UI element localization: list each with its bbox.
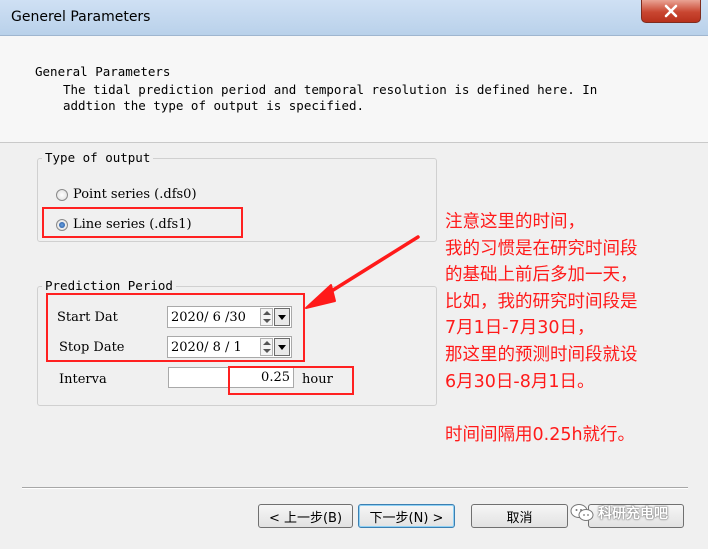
close-button[interactable]	[641, 0, 701, 23]
radio-point-series[interactable]: Point series (.dfs0)	[56, 187, 197, 202]
title-bar: Generel Parameters	[0, 0, 708, 36]
annotation-line: 我的习惯是在研究时间段	[445, 238, 638, 259]
annotation-line: 6月30日-8月1日。	[445, 371, 595, 392]
header-description-line2: addtion the type of output is specified.	[63, 98, 365, 113]
prediction-period-legend: Prediction Period	[42, 278, 176, 293]
cancel-button[interactable]: 取消	[471, 504, 568, 528]
header-title: General Parameters	[35, 64, 171, 79]
window-title: Generel Parameters	[11, 9, 151, 25]
radio-point-series-label: Point series (.dfs0)	[73, 187, 197, 202]
footer-divider	[22, 487, 688, 489]
highlight-line-series	[42, 207, 243, 238]
wechat-icon	[570, 504, 594, 521]
output-type-legend: Type of output	[42, 150, 154, 165]
next-button[interactable]: 下一步(N) >	[358, 504, 455, 528]
close-icon	[664, 4, 678, 18]
watermark: 科研充电吧	[570, 503, 668, 523]
annotation-line: 7月1日-7月30日，	[445, 318, 595, 339]
header-description-line1: The tidal prediction period and temporal…	[63, 82, 598, 97]
annotation-line: 时间间隔用0.25h就行。	[445, 424, 636, 445]
highlight-interval	[228, 366, 354, 395]
interval-label: Interva	[59, 372, 107, 387]
back-button[interactable]: < 上一步(B)	[258, 504, 353, 528]
annotation-line	[445, 395, 705, 422]
annotation-line: 比如，我的研究时间段是	[445, 291, 638, 312]
radio-indicator	[56, 188, 68, 201]
annotation-line: 那这里的预测时间段就设	[445, 344, 638, 365]
watermark-text: 科研充电吧	[598, 506, 668, 522]
annotation-text: 注意这里的时间， 我的习惯是在研究时间段 的基础上前后多加一天， 比如，我的研究…	[445, 209, 705, 448]
annotation-line: 的基础上前后多加一天，	[445, 265, 638, 286]
annotation-line: 注意这里的时间，	[445, 212, 585, 232]
highlight-date-range	[46, 293, 305, 362]
header-panel: General Parameters The tidal prediction …	[0, 36, 708, 143]
